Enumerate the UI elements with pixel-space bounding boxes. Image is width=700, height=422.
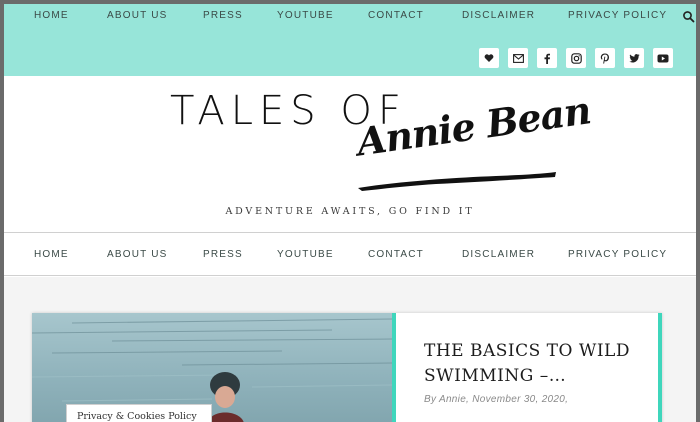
- privacy-cookies-badge[interactable]: Privacy & Cookies Policy: [66, 404, 212, 422]
- main-nav-privacy-policy[interactable]: PRIVACY POLICY: [568, 249, 667, 260]
- twitter-icon[interactable]: [624, 48, 644, 68]
- main-nav-youtube[interactable]: YOUTUBE: [277, 249, 334, 260]
- top-nav-about-us[interactable]: ABOUT US: [107, 10, 168, 21]
- brush-underline-icon: [358, 172, 556, 191]
- post-meta: By Annie, November 30, 2020,: [424, 394, 569, 405]
- top-bar: HOME ABOUT US PRESS YOUTUBE CONTACT DISC…: [0, 0, 700, 76]
- tagline: ADVENTURE AWAITS, GO FIND IT: [225, 206, 475, 217]
- card-accent-right: [658, 313, 662, 422]
- content-area: THE BASICS TO WILD SWIMMING –… By Annie,…: [4, 277, 696, 422]
- top-nav-disclaimer[interactable]: DISCLAIMER: [462, 10, 535, 21]
- email-icon[interactable]: [508, 48, 528, 68]
- top-nav-contact[interactable]: CONTACT: [368, 10, 424, 21]
- main-nav-disclaimer[interactable]: DISCLAIMER: [462, 249, 535, 260]
- main-nav-contact[interactable]: CONTACT: [368, 249, 424, 260]
- card-accent-left: [392, 313, 396, 422]
- facebook-icon[interactable]: [537, 48, 557, 68]
- main-nav: HOME ABOUT US PRESS YOUTUBE CONTACT DISC…: [4, 249, 696, 263]
- top-nav-home[interactable]: HOME: [34, 10, 69, 21]
- top-nav-privacy-policy[interactable]: PRIVACY POLICY: [568, 10, 667, 21]
- main-nav-about-us[interactable]: ABOUT US: [107, 249, 168, 260]
- pinterest-icon[interactable]: [595, 48, 615, 68]
- search-icon[interactable]: [682, 10, 696, 24]
- top-nav: HOME ABOUT US PRESS YOUTUBE CONTACT DISC…: [4, 10, 684, 24]
- post-title[interactable]: THE BASICS TO WILD SWIMMING –…: [424, 339, 644, 389]
- top-nav-press[interactable]: PRESS: [203, 10, 243, 21]
- top-nav-youtube[interactable]: YOUTUBE: [277, 10, 334, 21]
- main-nav-home[interactable]: HOME: [34, 249, 69, 260]
- main-nav-press[interactable]: PRESS: [203, 249, 243, 260]
- heart-icon[interactable]: [479, 48, 499, 68]
- site-header: TALES OF Annie Bean ADVENTURE AWAITS, GO…: [4, 76, 696, 232]
- main-nav-bar: HOME ABOUT US PRESS YOUTUBE CONTACT DISC…: [4, 232, 696, 276]
- instagram-icon[interactable]: [566, 48, 586, 68]
- youtube-icon[interactable]: [653, 48, 673, 68]
